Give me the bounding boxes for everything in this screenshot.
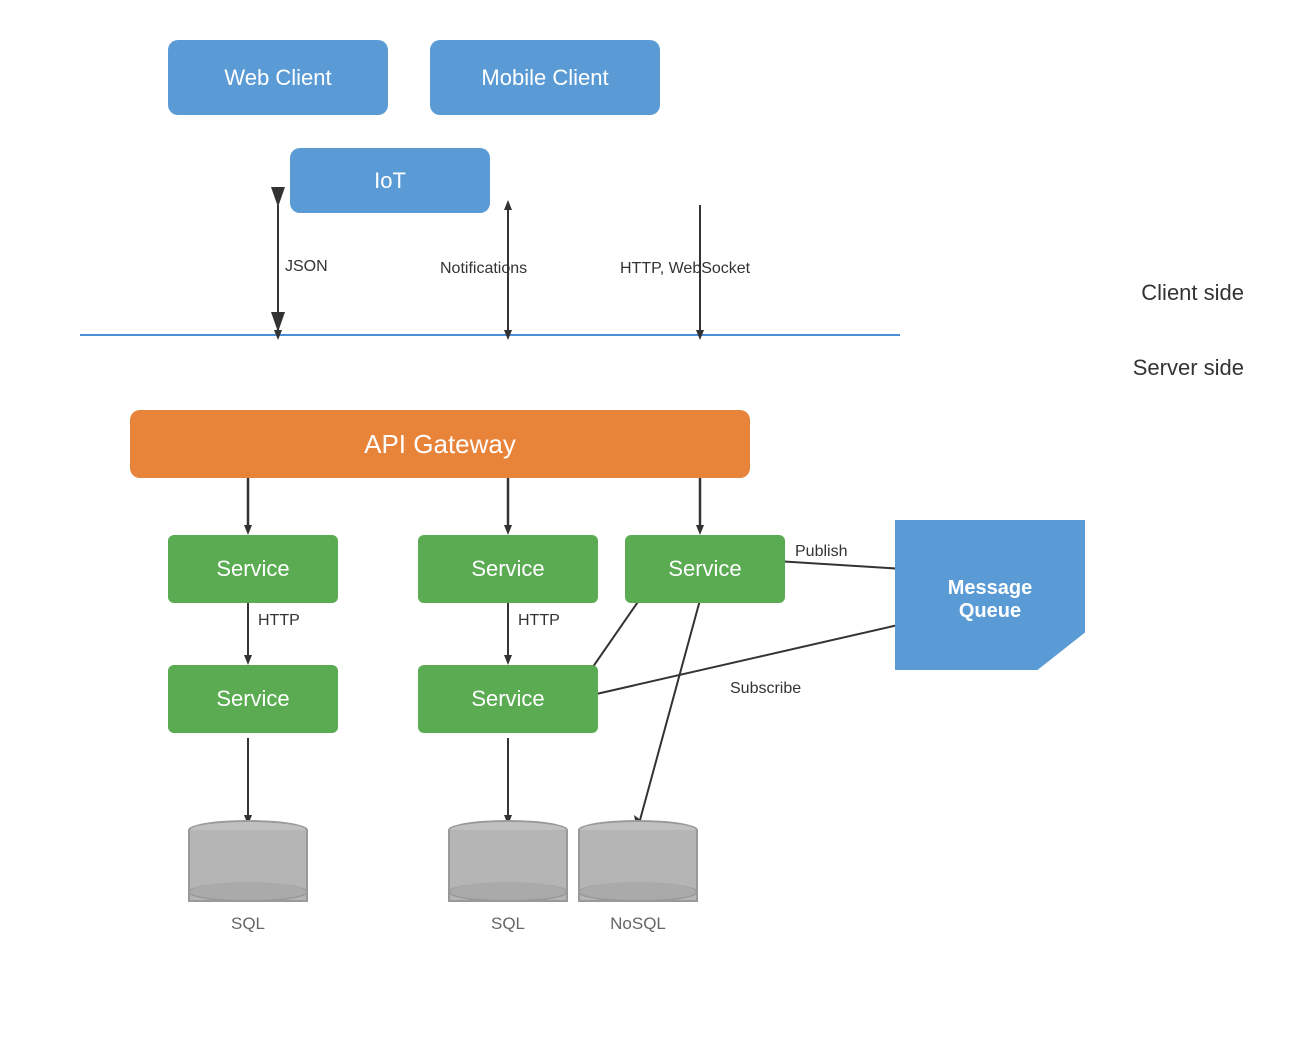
notifications-label: Notifications [440, 260, 527, 278]
diagram-container: Web Client Mobile Client IoT Client side… [0, 0, 1294, 1038]
iot-box: IoT [290, 148, 490, 213]
service-box-3: Service [625, 535, 785, 603]
db-nosql: NoSQL [578, 820, 698, 934]
subscribe-label: Subscribe [730, 680, 801, 698]
service-box-4: Service [168, 665, 338, 733]
message-queue-box: Message Queue [895, 520, 1085, 670]
json-label: JSON [285, 258, 328, 276]
http-websocket-label: HTTP, WebSocket [620, 260, 750, 278]
server-side-label: Server side [1133, 355, 1244, 381]
db-sql-2: SQL [448, 820, 568, 934]
api-gateway-box: API Gateway [130, 410, 750, 478]
client-side-label: Client side [1141, 280, 1244, 306]
service-box-1: Service [168, 535, 338, 603]
http-label-1: HTTP [258, 612, 300, 630]
web-client-box: Web Client [168, 40, 388, 115]
http-label-2: HTTP [518, 612, 560, 630]
mobile-client-box: Mobile Client [430, 40, 660, 115]
publish-label: Publish [795, 543, 847, 561]
db-sql-1: SQL [188, 820, 308, 934]
service-box-2: Service [418, 535, 598, 603]
service-box-5: Service [418, 665, 598, 733]
